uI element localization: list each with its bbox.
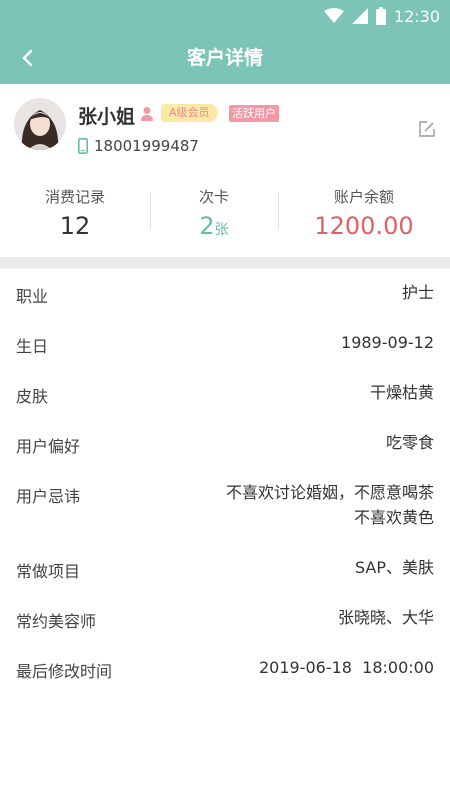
detail-row-preference: 用户偏好 吃零食 (0, 419, 450, 469)
detail-row-taboo: 用户忌讳 不喜欢讨论婚姻，不愿意喝茶 不喜欢黄色 (0, 469, 450, 544)
stat-value: 1200.00 (314, 212, 414, 240)
stat-label: 账户余额 (333, 188, 394, 206)
member-level-badge: A级会员 (161, 104, 218, 122)
mobile-phone-icon (78, 138, 88, 154)
stats-bar: 消费记录 12 次卡 2张 账户余额 1200.00 (0, 174, 450, 254)
chevron-left-icon (22, 49, 33, 67)
stat-label: 次卡 (198, 188, 229, 206)
detail-value: 2019-06-18 18:00:00 (258, 658, 434, 677)
detail-value: 不喜欢讨论婚姻，不愿意喝茶 不喜欢黄色 (226, 480, 434, 530)
detail-label: 最后修改时间 (16, 662, 113, 681)
avatar[interactable] (14, 98, 66, 150)
detail-value: 吃零食 (385, 433, 434, 452)
detail-value-line: 不喜欢讨论婚姻，不愿意喝茶 (225, 483, 434, 502)
detail-label: 用户偏好 (16, 437, 81, 456)
edit-icon (419, 121, 435, 137)
status-bar: 12:30 (0, 0, 450, 32)
detail-label: 皮肤 (16, 387, 49, 406)
battery-icon (375, 7, 386, 25)
detail-label: 常约美容师 (16, 612, 97, 631)
avatar-image (14, 98, 66, 150)
wifi-icon (323, 8, 344, 23)
phone-number: 18001999487 (94, 137, 199, 155)
detail-label: 常做项目 (16, 562, 81, 581)
detail-row-last-modified: 最后修改时间 2019-06-18 18:00:00 (0, 644, 450, 694)
status-badge: 活跃用户 (229, 105, 279, 122)
stat-label: 消费记录 (44, 188, 105, 206)
detail-value: 干燥枯黄 (369, 383, 434, 402)
detail-label: 用户忌讳 (16, 487, 81, 506)
stat-count-cards[interactable]: 次卡 2张 (150, 174, 278, 254)
stat-consumption-records[interactable]: 消费记录 12 (0, 174, 150, 254)
status-icons: 12:30 (323, 5, 440, 27)
stat-account-balance[interactable]: 账户余额 1200.00 (278, 174, 450, 254)
detail-value: SAP、美肤 (354, 558, 434, 577)
customer-name: 张小姐 (78, 106, 136, 128)
detail-value: 护士 (401, 283, 434, 302)
detail-value-line: 不喜欢黄色 (353, 508, 434, 527)
detail-row-skin: 皮肤 干燥枯黄 (0, 369, 450, 419)
status-time: 12:30 (393, 6, 440, 26)
customer-details-list: 职业 护士 生日 1989-09-12 皮肤 干燥枯黄 用户偏好 吃零食 用户忌… (0, 269, 450, 694)
detail-row-birthday: 生日 1989-09-12 (0, 319, 450, 369)
detail-row-beautician: 常约美容师 张晓晓、大华 (0, 594, 450, 644)
detail-label: 生日 (16, 337, 49, 356)
section-divider (0, 257, 450, 269)
profile-header: 张小姐 A级会员 活跃用户 18001999487 (0, 84, 450, 174)
stat-value: 12 (59, 212, 91, 240)
back-button[interactable] (14, 44, 42, 72)
detail-row-occupation: 职业 护士 (0, 269, 450, 319)
stat-number: 2 (199, 212, 215, 240)
edit-button[interactable] (418, 120, 436, 138)
person-icon (141, 107, 153, 121)
app-bar: 客户详情 (0, 32, 450, 84)
detail-label: 职业 (16, 287, 49, 306)
detail-value: 1989-09-12 (341, 333, 434, 352)
detail-row-frequent-services: 常做项目 SAP、美肤 (0, 544, 450, 594)
detail-value: 张晓晓、大华 (337, 608, 434, 627)
signal-icon (351, 8, 368, 24)
stat-unit: 张 (214, 222, 229, 238)
stat-value: 2张 (150, 212, 278, 240)
page-title: 客户详情 (186, 47, 263, 69)
